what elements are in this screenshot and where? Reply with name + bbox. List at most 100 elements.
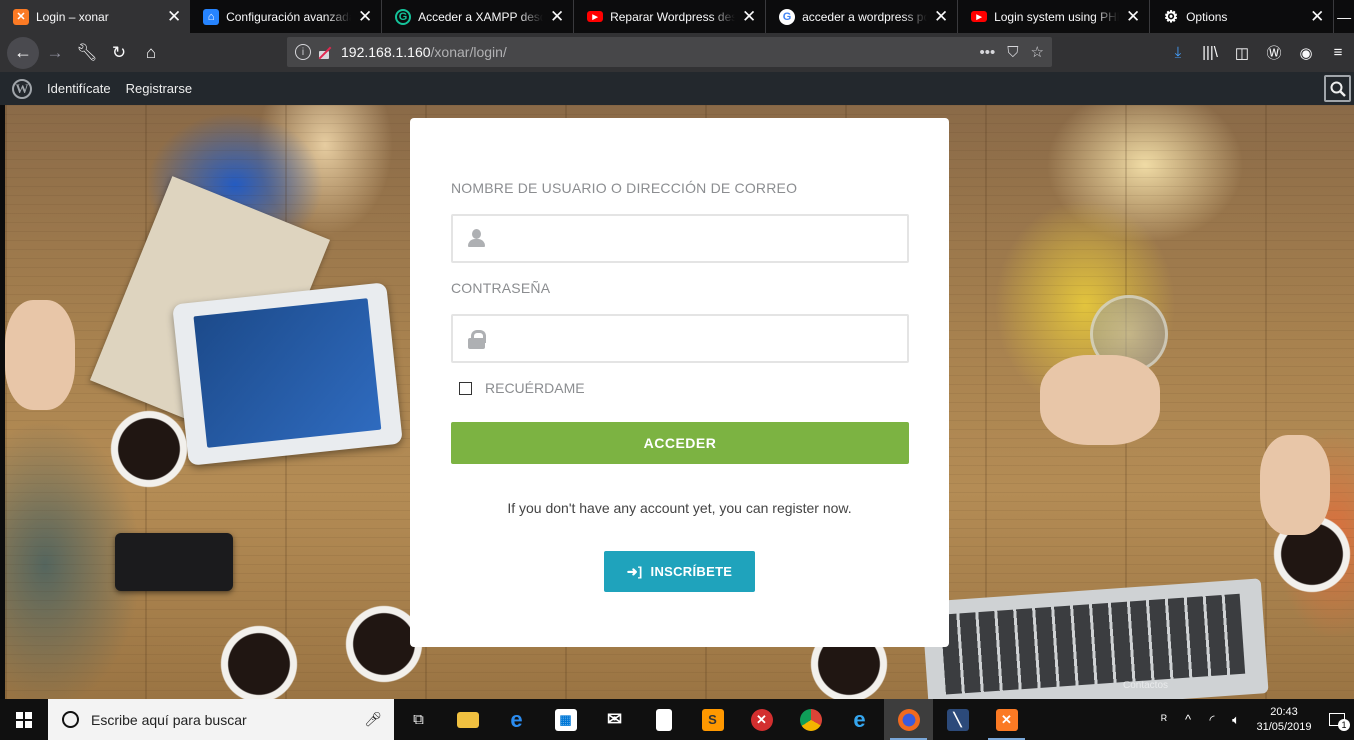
library-icon: |||\ [1202,44,1218,61]
toolbar-right: ⤓ |||\ ◫ Ⓦ ◉ ≡ [1162,33,1354,72]
url-host: 192.168.1.160 [341,44,431,60]
tab-title: acceder a wordpress por [802,9,928,24]
forward-button[interactable]: → [39,37,71,69]
action-center-button[interactable]: 1 [1320,713,1354,731]
admin-search-button[interactable] [1324,75,1351,102]
contactos-watermark: Contactos [1123,680,1169,691]
login-card: NOMBRE DE USUARIO O DIRECCIÓN DE CORREO … [410,118,949,647]
file-explorer-button[interactable] [443,699,492,740]
remember-me[interactable]: RECUÉRDAME [459,380,585,396]
account-icon: ◉ [1299,44,1313,62]
back-button[interactable]: ← [7,36,39,69]
ie-button[interactable]: e [835,699,884,740]
home-button[interactable]: ⌂ [135,37,167,69]
wp-admin-bar: W Identifícate Registrarse [0,72,1354,105]
gear-icon: ⚙ [1163,8,1179,26]
people-icon[interactable]: ᴿ [1152,712,1176,727]
coffee-cup-image [220,625,298,699]
tab-configuracion[interactable]: ⌂ Configuración avanzada ✕ [190,0,383,33]
firefox-icon [897,708,920,731]
password-field[interactable] [451,314,909,363]
minimize-icon[interactable]: — [1334,0,1354,33]
hand-image [5,300,75,410]
wifi-icon[interactable]: ◜ [1200,712,1224,728]
tab-login-system-php[interactable]: ▶ Login system using PHP ✕ [958,0,1151,33]
account-button[interactable]: ◉ [1290,37,1322,69]
xampp-red-icon: ✕ [750,708,773,731]
close-icon[interactable]: ✕ [931,7,951,27]
clock-date: 31/05/2019 [1256,720,1312,733]
chrome-button[interactable] [786,699,835,740]
store-button[interactable]: ▦ [541,699,590,740]
mail-button[interactable]: ✉ [590,699,639,740]
clock-time: 20:43 [1270,705,1298,718]
firefox-button[interactable] [884,699,933,740]
microphone-icon[interactable]: 🎤︎ [364,711,382,728]
chrome-icon [799,708,822,731]
register-link[interactable]: Registrarse [126,81,192,96]
remember-checkbox[interactable] [459,381,472,395]
close-icon[interactable]: ✕ [739,7,759,27]
login-link[interactable]: Identifícate [47,81,111,96]
bookmark-star-icon[interactable]: ☆ [1031,43,1044,61]
wrench-icon: 🔧︎ [76,42,98,62]
navigation-toolbar: ← → 🔧︎ ↻ ⌂ i 192.168.1.160 /xonar/login/… [0,33,1354,72]
tab-reparar-wordpress[interactable]: ▶ Reparar Wordpress desp ✕ [574,0,767,33]
pocket-icon[interactable]: ⛉ [1007,44,1018,61]
page-actions-icon[interactable]: ••• [980,44,996,61]
volume-icon[interactable]: 🔈︎ [1224,712,1248,728]
library-button[interactable]: |||\ [1194,37,1226,69]
xampp-taskbar-button[interactable]: ✕ [982,699,1031,740]
url-bar[interactable]: i 192.168.1.160 /xonar/login/ ••• ⛉ ☆ [287,37,1052,67]
start-button[interactable] [0,699,48,740]
xampp-control-button[interactable]: ✕ [737,699,786,740]
cortana-icon [62,711,79,728]
downloads-button[interactable]: ⤓ [1162,37,1194,69]
terminal-button[interactable]: ╲ [933,699,982,740]
document-icon [655,708,672,731]
close-icon[interactable]: ✕ [164,7,184,27]
sublime-button[interactable]: S [688,699,737,740]
wordpress-logo-icon[interactable]: W [12,78,32,99]
taskbar-search[interactable]: Escribe aquí para buscar 🎤︎ [48,699,394,740]
tab-options[interactable]: ⚙ Options ✕ [1150,0,1335,33]
reload-button[interactable]: ↻ [103,37,135,69]
close-icon[interactable]: ✕ [1123,7,1143,27]
store-bag-icon: ▦ [554,708,577,731]
username-field[interactable] [451,214,909,263]
tab-title: Acceder a XAMPP desde [418,9,544,24]
close-icon[interactable]: ✕ [355,7,375,27]
download-icon: ⤓ [1174,44,1182,61]
user-icon [467,229,487,249]
tab-login-xonar[interactable]: ✕ Login – xonar ✕ [0,0,191,33]
clock[interactable]: 20:43 31/05/2019 [1248,705,1320,735]
tab-acceder-wordpress[interactable]: G acceder a wordpress por ✕ [766,0,959,33]
register-prompt: If you don't have any account yet, you c… [507,500,852,516]
windows-taskbar: Escribe aquí para buscar 🎤︎ ⧉ e ▦ ✉ S ✕ … [0,699,1354,740]
wordpress-extension-button[interactable]: Ⓦ [1258,37,1290,69]
tab-title: Login – xonar [36,9,109,24]
arrow-left-icon: ← [14,42,32,62]
login-button[interactable]: ACCEDER [451,422,909,464]
wrench-button[interactable]: 🔧︎ [71,37,103,69]
insecure-lock-icon[interactable] [317,45,331,59]
sign-in-icon: ➜] [626,563,643,579]
tablet-image [172,282,403,466]
task-view-button[interactable]: ⧉ [394,699,443,740]
edge-button[interactable]: e [492,699,541,740]
password-input[interactable] [499,316,899,361]
close-icon[interactable]: ✕ [1307,7,1327,27]
register-button[interactable]: ➜] INSCRÍBETE [604,551,755,592]
coffee-cup-image [110,410,188,488]
tab-title: Configuración avanzada [226,9,352,24]
menu-button[interactable]: ≡ [1322,37,1354,69]
username-input[interactable] [499,216,899,261]
xampp-icon: ✕ [13,8,29,25]
info-icon[interactable]: i [295,44,311,60]
sidebar-button[interactable]: ◫ [1226,37,1258,69]
notepad-button[interactable] [639,699,688,740]
phone-image [115,533,233,591]
tab-acceder-xampp[interactable]: G Acceder a XAMPP desde ✕ [382,0,575,33]
close-icon[interactable]: ✕ [547,7,567,27]
chevron-up-icon[interactable]: ^ [1176,712,1200,727]
